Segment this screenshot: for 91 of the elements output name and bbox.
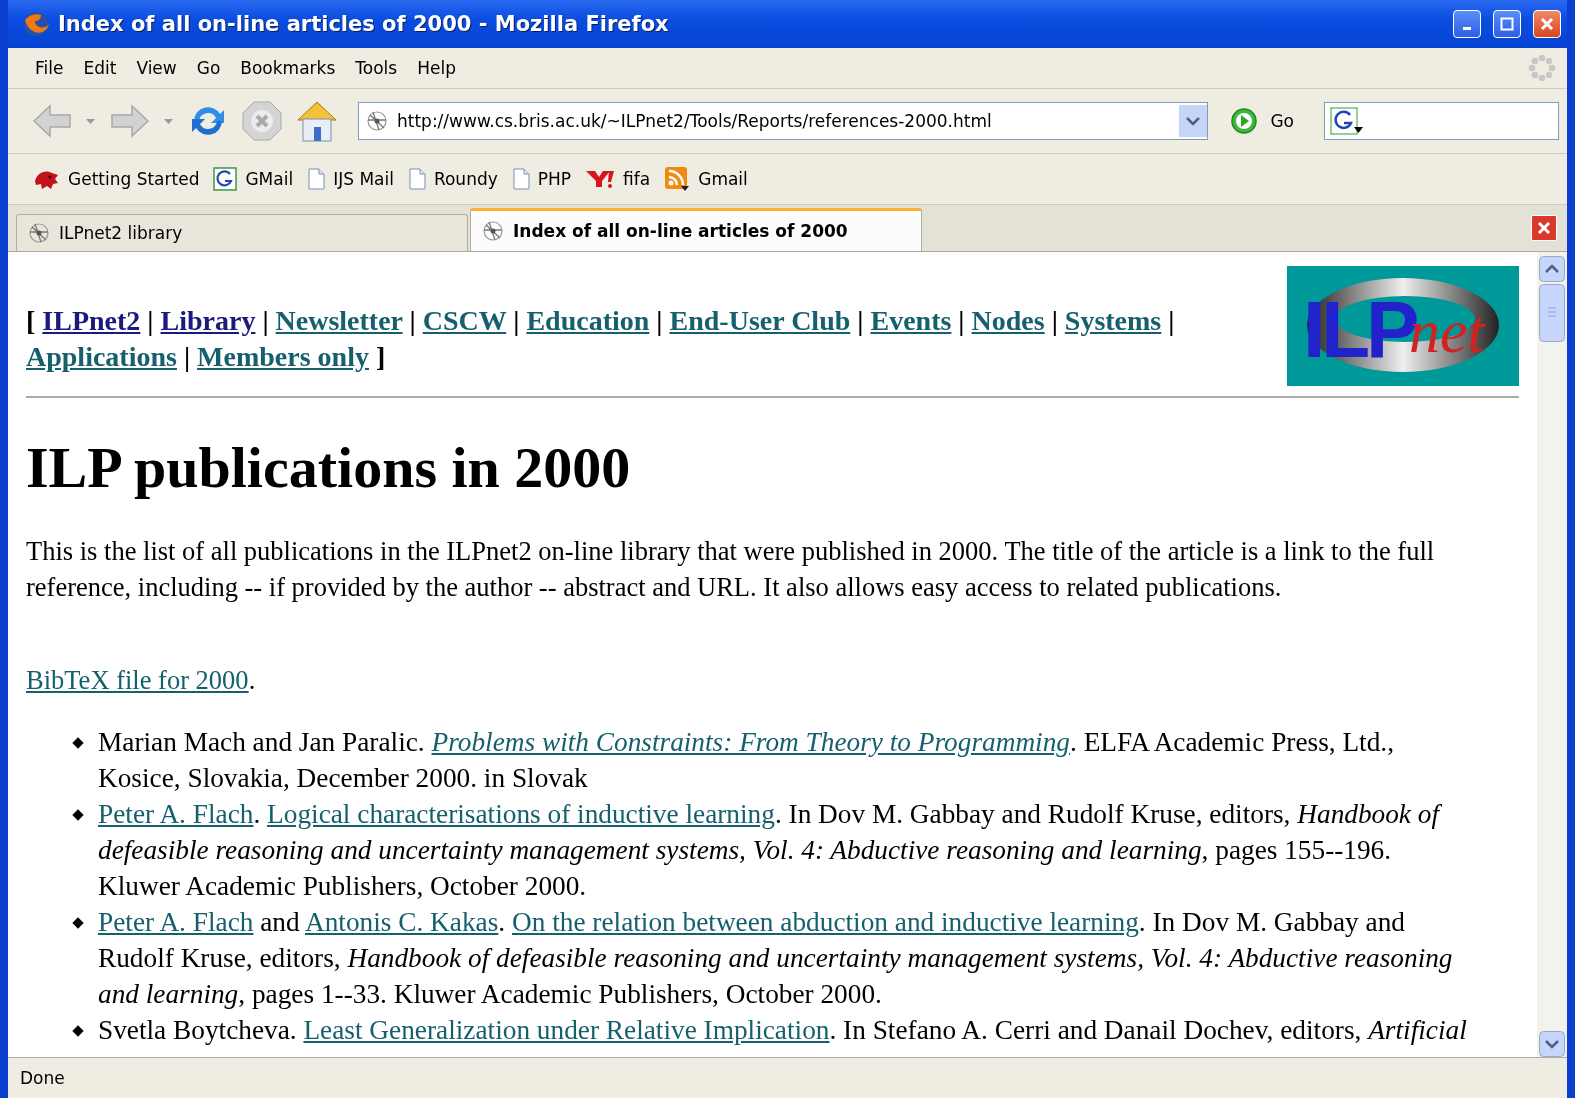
bullet-icon — [72, 737, 84, 749]
maximize-icon — [1500, 17, 1514, 31]
letter-logo-icon — [213, 167, 238, 191]
menu-item[interactable]: Tools — [346, 58, 409, 78]
separator-text: | — [513, 305, 520, 336]
maximize-button[interactable] — [1493, 10, 1521, 38]
nav-link[interactable]: Library — [160, 305, 256, 336]
intro-paragraph: This is the list of all publications in the ILPnet2 on-line library that were published in 2000. The title of the article is a link to the full reference, including -- if provided by the author -- abstract and URL. It also allows easy access to related publications. — [26, 535, 1436, 604]
minimize-button[interactable] — [1453, 10, 1481, 38]
menu-item[interactable]: Bookmarks — [231, 58, 347, 78]
nav-link[interactable]: Events — [870, 305, 952, 336]
reference-link[interactable]: Peter A. Flach — [98, 907, 254, 937]
bullet-icon — [72, 1025, 84, 1037]
chevron-down-icon — [1186, 116, 1201, 126]
period-text: . — [248, 665, 256, 695]
menu-item[interactable]: Help — [408, 58, 467, 78]
reference-link[interactable]: On the relation between abduction and inductive learning — [512, 907, 1139, 937]
reference-text: Svetla Boytcheva. Least Generalization under Relative Implication. In Stefano A. Cerri and Danail Dochev, editors, Artificial — [98, 1015, 1467, 1045]
site-icon — [27, 221, 51, 245]
nav-link[interactable]: Systems — [1064, 305, 1162, 336]
bookmark-item[interactable]: GMail — [213, 167, 294, 191]
bookmark-item[interactable]: Gmail — [664, 166, 748, 192]
dropdown-caret-icon[interactable] — [84, 116, 98, 126]
reference-link[interactable]: Problems with Constraints: From Theory to Programming — [431, 727, 1070, 757]
menu-item[interactable]: Go — [187, 58, 232, 78]
window-title: Index of all on-line articles of 2000 - Mozilla Firefox — [58, 12, 670, 36]
status-text: Done — [20, 1068, 65, 1088]
bookmark-item[interactable]: Getting Started — [32, 167, 200, 191]
separator-text: | — [656, 305, 663, 336]
close-button[interactable] — [1533, 10, 1561, 38]
close-tab-button[interactable] — [1531, 215, 1557, 241]
minimize-icon — [1463, 27, 1471, 30]
reference-link[interactable]: Peter A. Flach — [98, 799, 254, 829]
separator-text: | — [262, 305, 269, 336]
scrollbar-thumb[interactable] — [1539, 284, 1565, 342]
play-icon — [1230, 107, 1259, 135]
nav-link[interactable]: Members only — [197, 341, 369, 372]
separator-text: [ — [26, 305, 36, 336]
menu-item[interactable]: Edit — [74, 58, 128, 78]
tab[interactable]: ILPnet2 library — [16, 214, 468, 251]
menu-item[interactable]: View — [127, 58, 188, 78]
separator-text: | — [958, 305, 965, 336]
separator-text: | — [857, 305, 864, 336]
page-icon — [407, 168, 426, 190]
search-field[interactable] — [1324, 102, 1559, 140]
feed-icon — [664, 166, 691, 192]
nav-link[interactable]: Education — [526, 305, 650, 336]
menu-item[interactable]: File — [26, 58, 75, 78]
tab[interactable]: Index of all on-line articles of 2000 — [470, 208, 922, 251]
reference-link[interactable]: Antonis C. Kakas — [305, 907, 499, 937]
go-button[interactable]: Go — [1222, 107, 1302, 135]
dropdown-button[interactable] — [1179, 105, 1208, 137]
search-engine-icon — [1330, 107, 1364, 135]
nav-link[interactable]: Applications — [26, 341, 177, 372]
nav-link[interactable]: ILPnet2 — [42, 305, 141, 336]
throbber-icon — [1527, 53, 1557, 83]
site-icon — [365, 109, 389, 133]
scroll-down-button[interactable] — [1539, 1031, 1565, 1057]
close-icon — [1540, 17, 1554, 31]
page-icon — [307, 168, 326, 190]
bibtex-link[interactable]: BibTeX file for 2000 — [26, 665, 249, 695]
reference-link[interactable]: Least Generalization under Relative Implication — [303, 1015, 830, 1045]
browser-logo-icon — [22, 10, 50, 38]
nav-link[interactable]: End-User Club — [669, 305, 851, 336]
separator-text: | — [409, 305, 416, 336]
bookmark-item[interactable]: fifa — [585, 169, 651, 189]
separator-text: | — [1168, 305, 1175, 336]
reference-text: Peter A. Flach and Antonis C. Kakas. On the relation between abduction and inductive learning. In Dov M. Gabbay and Rudolf Kruse, editors, Handbook of defeasible reasoning and uncertainty management systems, Vol. 4: Abductive reasoning and learning, pages 1--33. Kluwer Academic Publishers, October 2000. — [98, 907, 1453, 1009]
close-icon — [1537, 221, 1551, 235]
bookmark-item[interactable]: IJS Mail — [307, 168, 394, 190]
bullet-icon — [72, 809, 84, 821]
separator-text: | — [183, 341, 191, 372]
separator-text: | — [147, 305, 154, 336]
reference-text: Marian Mach and Jan Paralic. Problems with Constraints: From Theory to Programming. ELFA Academic Press, Ltd., Kosice, Slovakia, December 2000. in Slovak — [98, 727, 1394, 793]
address-field[interactable]: http://www.cs.bris.ac.uk/~ILPnet2/Tools/Reports/references-2000.html — [358, 102, 1209, 140]
nav-link[interactable]: CSCW — [422, 305, 507, 336]
reference-text: Peter A. Flach. Logical characterisations of inductive learning. In Dov M. Gabbay and Rudolf Kruse, editors, Handbook of defeasible reasoning and uncertainty management systems, Vol. 4: Abductive reasoning and learning, pages 155--196. Kluwer Academic Publishers, October 2000. — [98, 799, 1440, 901]
bookmark-item[interactable]: PHP — [511, 168, 572, 190]
bookmark-item[interactable]: Roundy — [407, 168, 498, 190]
separator-text: ] — [375, 341, 386, 372]
nav-link[interactable]: Nodes — [971, 305, 1045, 336]
site-icon — [481, 219, 505, 243]
separator-text: | — [1051, 305, 1058, 336]
scroll-up-button[interactable] — [1539, 256, 1565, 282]
dropdown-caret-icon[interactable] — [162, 116, 176, 126]
nav-link[interactable]: Newsletter — [275, 305, 403, 336]
page-icon — [511, 168, 530, 190]
reference-link[interactable]: Logical characterisations of inductive learning — [267, 799, 775, 829]
page-heading: ILP publications in 2000 — [26, 434, 632, 501]
bullet-icon — [72, 917, 84, 929]
exclamation-logo-icon — [585, 169, 616, 189]
